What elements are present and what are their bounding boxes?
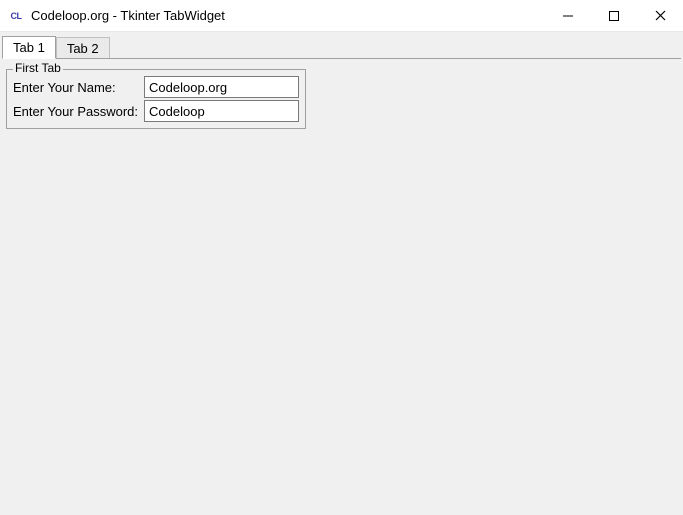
- name-input[interactable]: [144, 76, 299, 98]
- window-title: Codeloop.org - Tkinter TabWidget: [31, 8, 545, 23]
- client-area: Tab 1 Tab 2 First Tab Enter Your Name: E…: [0, 32, 683, 515]
- tab-1[interactable]: Tab 1: [2, 36, 56, 59]
- tab-row: Tab 1 Tab 2: [2, 34, 681, 58]
- name-label: Enter Your Name:: [13, 80, 140, 95]
- window-controls: [545, 0, 683, 31]
- maximize-button[interactable]: [591, 0, 637, 31]
- tab-content: First Tab Enter Your Name: Enter Your Pa…: [2, 58, 681, 133]
- frame-title: First Tab: [13, 61, 63, 75]
- minimize-button[interactable]: [545, 0, 591, 31]
- password-input[interactable]: [144, 100, 299, 122]
- app-icon: CL: [8, 8, 24, 24]
- password-label: Enter Your Password:: [13, 104, 140, 119]
- form-grid: Enter Your Name: Enter Your Password:: [13, 76, 299, 122]
- titlebar: CL Codeloop.org - Tkinter TabWidget: [0, 0, 683, 32]
- close-button[interactable]: [637, 0, 683, 31]
- first-tab-frame: First Tab Enter Your Name: Enter Your Pa…: [6, 69, 306, 129]
- tab-widget: Tab 1 Tab 2 First Tab Enter Your Name: E…: [2, 34, 681, 133]
- tab-2[interactable]: Tab 2: [56, 37, 110, 59]
